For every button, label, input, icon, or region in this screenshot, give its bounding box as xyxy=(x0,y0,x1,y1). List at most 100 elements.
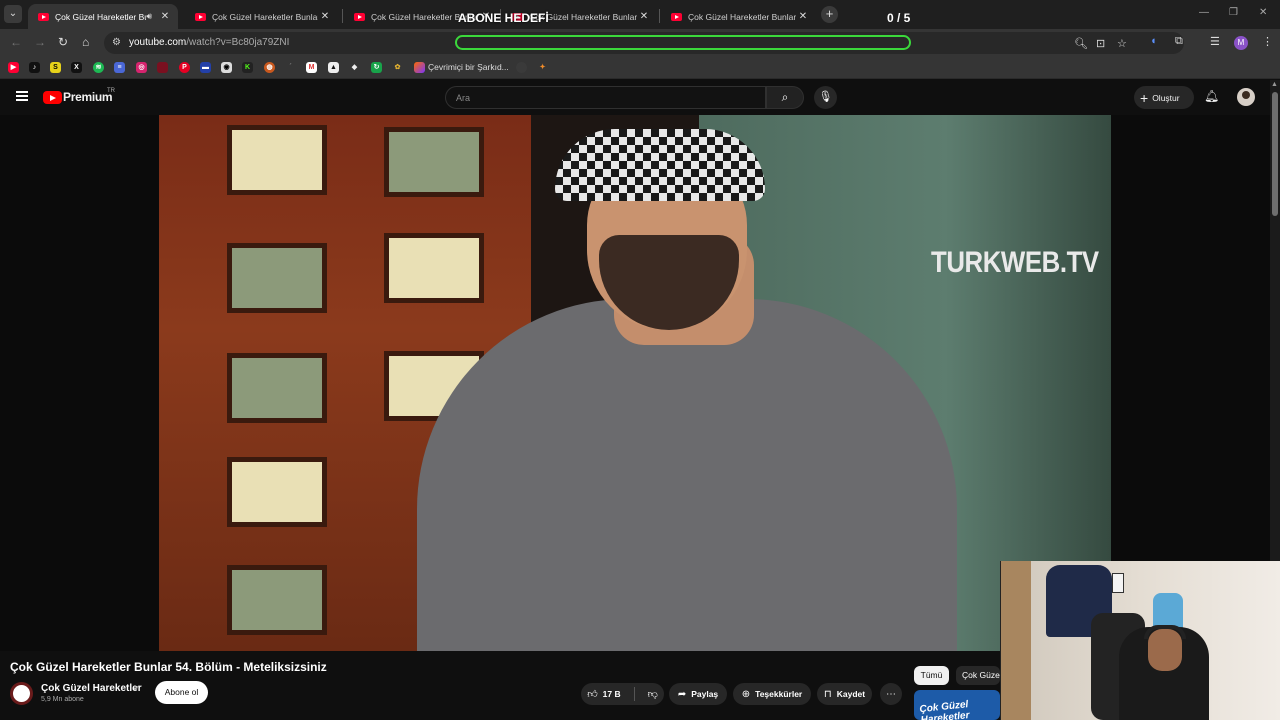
backdrop-window xyxy=(227,125,327,195)
close-tab-icon[interactable]: ✕ xyxy=(637,11,651,22)
reading-list-icon[interactable]: ☰ xyxy=(1210,35,1220,48)
bookmark-pinterest-icon[interactable]: P xyxy=(179,62,190,73)
tab-title: Çok Güzel Hareketler Bunlar 4. xyxy=(212,11,318,22)
voice-search-button[interactable]: 🎙︎ xyxy=(814,86,837,109)
tab-title: Çok Güzel Hareketler Bunlar 75 xyxy=(688,11,796,22)
scrollbar-thumb[interactable] xyxy=(1272,92,1278,216)
create-label: Oluştur xyxy=(1152,92,1180,103)
site-info-icon[interactable]: ⚙ xyxy=(112,37,121,48)
bookmark-app11-icon[interactable] xyxy=(516,62,527,73)
bookmark-app2-icon[interactable] xyxy=(157,62,168,73)
backdrop-window xyxy=(227,565,327,635)
zoom-icon[interactable]: 🔍︎ xyxy=(1074,37,1088,50)
youtube-favicon-icon xyxy=(671,12,682,21)
youtube-logo-icon[interactable] xyxy=(43,91,62,104)
bookmark-tiktok-icon[interactable]: ♪ xyxy=(29,62,40,73)
scroll-up-arrow-icon[interactable]: ▲ xyxy=(1271,81,1278,88)
bookmark-music-icon[interactable] xyxy=(414,62,425,73)
bookmark-kick-icon[interactable]: K xyxy=(242,62,253,73)
share-arrow-icon: ➦ xyxy=(677,688,687,700)
restore-icon[interactable]: ❐ xyxy=(1229,7,1238,18)
bookmark-app9-icon[interactable]: ↻ xyxy=(371,62,382,73)
new-tab-button[interactable]: + xyxy=(821,6,838,23)
subscriber-goal-label: ABONE HEDEFİ xyxy=(458,11,549,25)
thumbnail-logo-text: Çok Güzel Hareketler xyxy=(919,699,971,720)
profile-avatar[interactable]: M xyxy=(1234,36,1248,50)
channel-subscriber-count: 5,9 Mn abone xyxy=(41,696,84,703)
speaker-icon[interactable]: 🔊︎ xyxy=(146,11,152,22)
account-avatar[interactable] xyxy=(1237,88,1255,106)
bookmark-spotify-icon[interactable]: ≋ xyxy=(93,62,104,73)
bookmark-s-icon[interactable]: S xyxy=(50,62,61,73)
youtube-premium-wordmark[interactable]: Premium xyxy=(63,90,113,104)
tab-search-menu-button[interactable]: ⌄ xyxy=(4,5,22,23)
bookmark-youtube-icon[interactable]: ▶ xyxy=(8,62,19,73)
bookmark-app8-icon[interactable]: ◆ xyxy=(349,62,360,73)
tab-separator xyxy=(342,9,343,23)
like-count[interactable]: 17 B xyxy=(603,689,621,699)
like-divider xyxy=(633,687,635,701)
notifications-bell-icon[interactable]: 🔔︎ xyxy=(1204,89,1219,103)
browser-tab-2[interactable]: Çok Güzel Hareketler Bunlar 4. ✕ xyxy=(185,4,338,29)
video-title: Çok Güzel Hareketler Bunlar 54. Bölüm - … xyxy=(10,660,327,674)
browser-tab-5[interactable]: Çok Güzel Hareketler Bunlar 75 ✕ xyxy=(661,4,816,29)
menu-hamburger-icon[interactable] xyxy=(16,91,28,101)
youtube-header: Premium TR Ara ⌕ 🎙︎ + Oluştur 🔔︎ xyxy=(0,80,1270,115)
thumbs-down-icon[interactable]: 👎︎ xyxy=(648,688,658,700)
forward-arrow-icon[interactable]: → xyxy=(34,35,46,49)
backdrop-window xyxy=(227,457,327,527)
search-button[interactable]: ⌕ xyxy=(766,86,804,109)
bookmark-app3-icon[interactable]: ▬ xyxy=(200,62,211,73)
search-icon: ⌕ xyxy=(781,90,789,104)
filter-chip-channel[interactable]: Çok Güzel xyxy=(956,666,1000,685)
bookmark-app10-icon[interactable]: ✿ xyxy=(392,62,403,73)
close-tab-icon[interactable]: ✕ xyxy=(318,11,332,22)
browser-menu-icon[interactable]: ⋮ xyxy=(1262,35,1273,48)
bookmark-app5-icon[interactable]: ◍ xyxy=(264,62,275,73)
recommended-video-thumbnail[interactable]: Çok Güzel Hareketler xyxy=(914,690,1000,720)
bookmark-x-icon[interactable]: X xyxy=(71,62,82,73)
bookmark-app6-icon[interactable]: ´ xyxy=(285,62,296,73)
bookmark-app7-icon[interactable]: ▲ xyxy=(328,62,339,73)
thanks-button[interactable]: ⊕ Teşekkürler xyxy=(733,683,811,705)
bookmark-song-link[interactable]: Çevrimiçi bir Şarkıd... xyxy=(428,62,509,72)
close-tab-icon[interactable]: ✕ xyxy=(796,11,810,22)
close-tab-icon[interactable]: ✕ xyxy=(158,11,172,22)
bookmark-gmail-icon[interactable]: M xyxy=(306,62,317,73)
reload-icon[interactable]: ↻ xyxy=(58,35,68,49)
filter-chip-all[interactable]: Tümü xyxy=(914,666,949,685)
minimize-icon[interactable]: — xyxy=(1199,7,1209,18)
extensions-puzzle-icon[interactable]: ⧉ xyxy=(1175,35,1183,48)
subscribe-button[interactable]: Abone ol xyxy=(155,681,208,704)
save-label: Kaydet xyxy=(836,689,866,699)
bookmark-star-icon[interactable]: ☆ xyxy=(1117,37,1127,50)
headset-icon xyxy=(1144,625,1186,639)
home-icon[interactable]: ⌂ xyxy=(82,35,89,49)
subscriber-goal-bar xyxy=(455,35,911,50)
thumbs-up-icon[interactable]: 👍︎ xyxy=(587,688,597,700)
youtube-favicon-icon xyxy=(38,12,49,21)
streamer-webcam xyxy=(1000,561,1280,720)
close-window-icon[interactable]: ✕ xyxy=(1259,7,1267,18)
bookmark-instagram-icon[interactable]: ◎ xyxy=(136,62,147,73)
bookmark-app12-icon[interactable]: ✦ xyxy=(537,62,548,73)
webcam-door xyxy=(1001,561,1031,720)
extension-audio-icon[interactable]: ◖ xyxy=(1150,35,1157,47)
browser-tab-1[interactable]: Çok Güzel Hareketler Bunlar 🔊︎ ✕ xyxy=(28,4,178,29)
video-watermark: TURKWEB.TV xyxy=(931,246,1099,279)
url-text: youtube.com/watch?v=Bc80ja79ZNI xyxy=(129,37,289,48)
plus-icon: + xyxy=(1140,89,1149,106)
channel-name[interactable]: Çok Güzel Hareketler xyxy=(41,683,142,694)
share-button[interactable]: ➦ Paylaş xyxy=(669,683,727,705)
save-button[interactable]: ⊓ Kaydet xyxy=(817,683,872,705)
super-thanks-icon: ⊕ xyxy=(741,688,751,700)
channel-avatar[interactable] xyxy=(10,682,33,705)
bookmark-app-icon[interactable]: ≡ xyxy=(114,62,125,73)
install-app-icon[interactable]: ⊡ xyxy=(1096,37,1105,50)
backdrop-window xyxy=(384,127,484,197)
back-arrow-icon[interactable]: ← xyxy=(10,35,22,49)
create-button[interactable]: + Oluştur xyxy=(1134,86,1194,109)
bookmark-app4-icon[interactable]: ◉ xyxy=(221,62,232,73)
search-input[interactable]: Ara xyxy=(445,86,766,109)
more-actions-button[interactable]: ⋯ xyxy=(880,683,902,705)
